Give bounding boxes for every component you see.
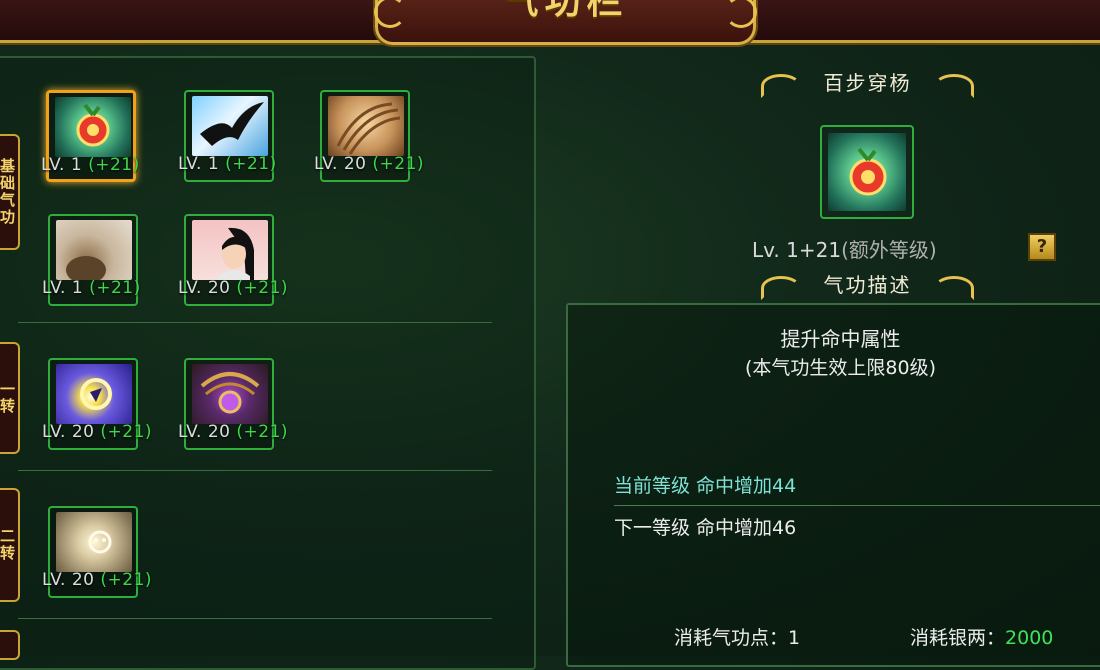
title-plate: 气功栏 <box>374 0 757 45</box>
help-button[interactable]: ? <box>1028 233 1056 261</box>
cost-silver: 消耗银两：2000 <box>910 627 1054 649</box>
skill-level-label: LV. 1 (+21) <box>42 278 141 298</box>
next-level-effect: 下一等级 命中增加46 <box>614 517 797 539</box>
selected-skill-level: Lv. 1+21(额外等级) <box>752 238 937 262</box>
cost-qi-points: 消耗气功点：1 <box>674 627 801 649</box>
female-archer-icon <box>192 220 268 280</box>
selected-skill-name: 百步穿杨 <box>823 71 912 95</box>
skill-slot[interactable]: LV. 20 (+21) <box>42 506 152 598</box>
effect-divider <box>614 505 1100 506</box>
skill-slot[interactable]: LV. 1 (+21) <box>42 214 140 306</box>
cloud-ornament-right-icon <box>934 276 974 300</box>
cloud-ornament-right-icon <box>934 74 974 98</box>
section-divider <box>18 618 492 619</box>
skill-slot[interactable]: LV. 20 (+21) <box>178 358 288 450</box>
description-box: 提升命中属性 (本气功生效上限80级) 当前等级 命中增加44 下一等级 命中增… <box>566 303 1100 667</box>
current-level-effect: 当前等级 命中增加44 <box>614 475 797 497</box>
section-tab-first-rebirth[interactable]: 一转 <box>0 342 20 454</box>
description-header: 气功描述 <box>755 270 980 300</box>
skill-name-header: 百步穿杨 <box>755 68 980 98</box>
skill-slot[interactable]: LV. 1 (+21) <box>41 90 139 182</box>
skill-slot[interactable]: LV. 20 (+21) <box>314 90 424 182</box>
apple-target-icon <box>828 133 906 211</box>
description-heading: 气功描述 <box>823 273 912 297</box>
skill-level-label: LV. 20 (+21) <box>178 422 289 442</box>
skill-level-label: LV. 20 (+21) <box>314 154 425 174</box>
skill-level-label: LV. 20 (+21) <box>178 278 289 298</box>
description-title: 提升命中属性 <box>780 327 901 351</box>
description-limit: (本气功生效上限80级) <box>744 357 936 379</box>
glowing-orb-icon <box>56 364 132 424</box>
skill-level-label: LV. 20 (+21) <box>42 570 153 590</box>
scroll-ornament-left-icon <box>374 0 406 28</box>
smoke-burst-icon <box>56 512 132 572</box>
cloud-ornament-left-icon <box>761 276 801 300</box>
amulet-icon <box>192 364 268 424</box>
page-title: 气功栏 <box>502 0 629 22</box>
skill-level-label: LV. 20 (+21) <box>42 422 153 442</box>
cloud-ornament-left-icon <box>761 74 801 98</box>
apple-target-icon <box>55 97 131 157</box>
bird-silhouette-icon <box>192 96 268 156</box>
skill-level-label: LV. 1 (+21) <box>41 155 140 175</box>
section-divider <box>18 322 492 323</box>
scroll-ornament-right-icon <box>725 0 757 28</box>
skill-slot[interactable]: LV. 1 (+21) <box>178 90 276 182</box>
skill-slot[interactable]: LV. 20 (+21) <box>42 358 152 450</box>
skill-slot[interactable]: LV. 20 (+21) <box>178 214 288 306</box>
rope-icon <box>328 96 404 156</box>
section-tab-basic[interactable]: 基础气功 <box>0 134 20 250</box>
skill-level-label: LV. 1 (+21) <box>178 154 277 174</box>
stone-icon <box>56 220 132 284</box>
section-tab-second-rebirth[interactable]: 二转 <box>0 488 20 602</box>
section-divider <box>18 470 492 471</box>
selected-skill-icon-frame <box>820 125 914 219</box>
